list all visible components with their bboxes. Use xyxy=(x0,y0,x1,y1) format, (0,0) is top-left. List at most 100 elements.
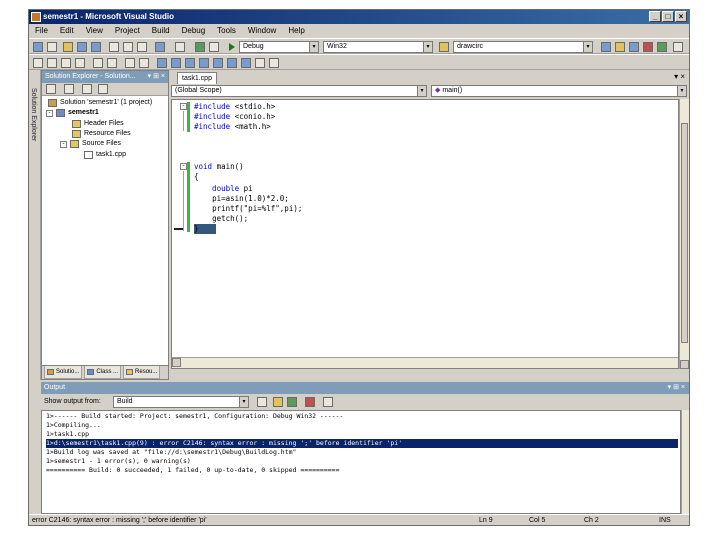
tree-item-label: Source Files xyxy=(82,140,121,147)
go-to-previous-message-icon[interactable] xyxy=(273,397,283,407)
find-message-in-code-icon[interactable] xyxy=(257,397,267,407)
scrollbar-thumb[interactable] xyxy=(681,123,688,343)
menu-build[interactable]: Build xyxy=(152,24,170,38)
tab-task1-cpp[interactable]: task1.cpp xyxy=(177,72,217,84)
clear-bookmarks-icon[interactable] xyxy=(255,58,265,68)
output-error-line[interactable]: 1>d:\semestr1\task1.cpp(9) : error C2146… xyxy=(46,439,678,448)
collapse-region-icon[interactable]: - xyxy=(180,163,187,170)
redo-icon[interactable] xyxy=(175,42,185,52)
code-text: { xyxy=(194,172,199,181)
tree-item-task1-cpp[interactable]: task1.cpp xyxy=(84,150,126,160)
platform-select[interactable]: Win32 ▾ xyxy=(323,41,433,53)
collapse-icon[interactable]: - xyxy=(46,109,53,117)
menu-file[interactable]: File xyxy=(35,24,48,38)
server-explorer-tab[interactable]: Solution Explorer xyxy=(29,70,41,380)
properties-icon[interactable] xyxy=(46,84,56,94)
refresh-icon[interactable] xyxy=(82,84,92,94)
tree-item-resource-files[interactable]: Resource Files xyxy=(72,129,131,139)
object-browser-icon[interactable] xyxy=(629,42,639,52)
save-all-icon[interactable] xyxy=(91,42,101,52)
toggle-word-wrap-icon[interactable] xyxy=(323,397,333,407)
previous-bookmark-in-folder-icon[interactable] xyxy=(199,58,209,68)
increase-indent-icon[interactable] xyxy=(107,58,117,68)
solution-explorer-icon[interactable] xyxy=(601,42,611,52)
paste-icon[interactable] xyxy=(137,42,147,52)
comment-out-icon[interactable] xyxy=(125,58,135,68)
clear-all-icon[interactable] xyxy=(305,397,315,407)
menu-debug[interactable]: Debug xyxy=(182,24,206,38)
tree-item-project[interactable]: - semestr1 xyxy=(46,108,99,118)
cut-icon[interactable] xyxy=(109,42,119,52)
find-in-files-icon[interactable] xyxy=(439,42,449,52)
go-to-next-message-icon[interactable] xyxy=(287,397,297,407)
display-object-member-list-icon[interactable] xyxy=(33,58,43,68)
view-class-diagram-icon[interactable] xyxy=(98,84,108,94)
output-line: 1>semestr1 - 1 error(s), 0 warning(s) xyxy=(46,457,191,465)
menu-tools[interactable]: Tools xyxy=(217,24,236,38)
open-file-icon[interactable] xyxy=(63,42,73,52)
menu-help[interactable]: Help xyxy=(288,24,304,38)
start-page-icon[interactable] xyxy=(657,42,667,52)
toolbar-options-icon[interactable] xyxy=(269,58,279,68)
toggle-bookmark-icon[interactable] xyxy=(157,58,167,68)
tree-item-source-files[interactable]: - Source Files xyxy=(60,139,121,149)
tree-item-solution[interactable]: Solution 'semestr1' (1 project) xyxy=(48,98,152,108)
uncomment-icon[interactable] xyxy=(139,58,149,68)
vertical-scrollbar[interactable] xyxy=(679,99,689,369)
tree-item-header-files[interactable]: Header Files xyxy=(72,119,124,129)
start-debugging-icon[interactable] xyxy=(229,43,235,51)
toolbar-options-icon[interactable] xyxy=(673,42,683,52)
show-all-files-icon[interactable] xyxy=(64,84,74,94)
parameter-info-icon[interactable] xyxy=(47,58,57,68)
output-text-area[interactable]: 1>------ Build started: Project: semestr… xyxy=(41,410,681,514)
properties-window-icon[interactable] xyxy=(615,42,625,52)
horizontal-scrollbar[interactable] xyxy=(172,357,678,368)
previous-bookmark-in-document-icon[interactable] xyxy=(227,58,237,68)
scroll-left-icon[interactable] xyxy=(172,358,181,367)
close-button[interactable]: × xyxy=(675,11,687,22)
previous-bookmark-icon[interactable] xyxy=(171,58,181,68)
navigate-forward-icon[interactable] xyxy=(209,42,219,52)
find-combo[interactable]: drawcirc ▾ xyxy=(453,41,593,53)
panel-controls[interactable]: ▾ ⊞ × xyxy=(668,382,685,394)
output-title-bar: Output ▾ ⊞ × xyxy=(41,382,689,394)
next-bookmark-in-document-icon[interactable] xyxy=(241,58,251,68)
menu-edit[interactable]: Edit xyxy=(60,24,74,38)
output-line[interactable]: 1>Build log was saved at "file://d:\seme… xyxy=(46,448,678,457)
tab-solution-explorer[interactable]: Solutio... xyxy=(44,366,83,379)
scope-select[interactable]: (Global Scope) ▾ xyxy=(171,85,427,97)
member-select[interactable]: ◆ main() ▾ xyxy=(431,85,687,97)
panel-controls[interactable]: ▾ ⊞ × xyxy=(148,71,165,83)
quick-info-icon[interactable] xyxy=(61,58,71,68)
code-line: } xyxy=(194,224,199,234)
output-vertical-scrollbar[interactable] xyxy=(681,410,689,514)
collapse-icon[interactable]: - xyxy=(60,140,67,148)
outline-guide xyxy=(183,111,184,131)
maximize-button[interactable]: □ xyxy=(662,11,674,22)
decrease-indent-icon[interactable] xyxy=(93,58,103,68)
save-icon[interactable] xyxy=(77,42,87,52)
scroll-down-icon[interactable] xyxy=(680,360,689,369)
navigate-backward-icon[interactable] xyxy=(195,42,205,52)
toolbox-icon[interactable] xyxy=(643,42,653,52)
configuration-select[interactable]: Debug ▾ xyxy=(239,41,319,53)
menu-view[interactable]: View xyxy=(86,24,103,38)
code-text-area[interactable]: - - #include <stdio.h> #include <conio.h… xyxy=(171,99,679,369)
close-document-icon[interactable]: ▾ × xyxy=(674,72,685,81)
collapse-region-icon[interactable]: - xyxy=(180,103,187,110)
tab-class-view[interactable]: Class ... xyxy=(84,366,122,379)
tab-resource-view[interactable]: Resou... xyxy=(123,366,161,379)
menu-window[interactable]: Window xyxy=(248,24,276,38)
add-item-icon[interactable] xyxy=(47,42,57,52)
undo-icon[interactable] xyxy=(155,42,165,52)
next-bookmark-in-folder-icon[interactable] xyxy=(213,58,223,68)
new-project-icon[interactable] xyxy=(33,42,43,52)
copy-icon[interactable] xyxy=(123,42,133,52)
minimize-button[interactable]: _ xyxy=(649,11,661,22)
complete-word-icon[interactable] xyxy=(75,58,85,68)
output-source-select[interactable]: Build ▾ xyxy=(113,396,249,408)
menu-project[interactable]: Project xyxy=(115,24,140,38)
next-bookmark-icon[interactable] xyxy=(185,58,195,68)
server-explorer-tab-label: Solution Explorer xyxy=(30,88,37,142)
change-bar xyxy=(187,102,190,132)
